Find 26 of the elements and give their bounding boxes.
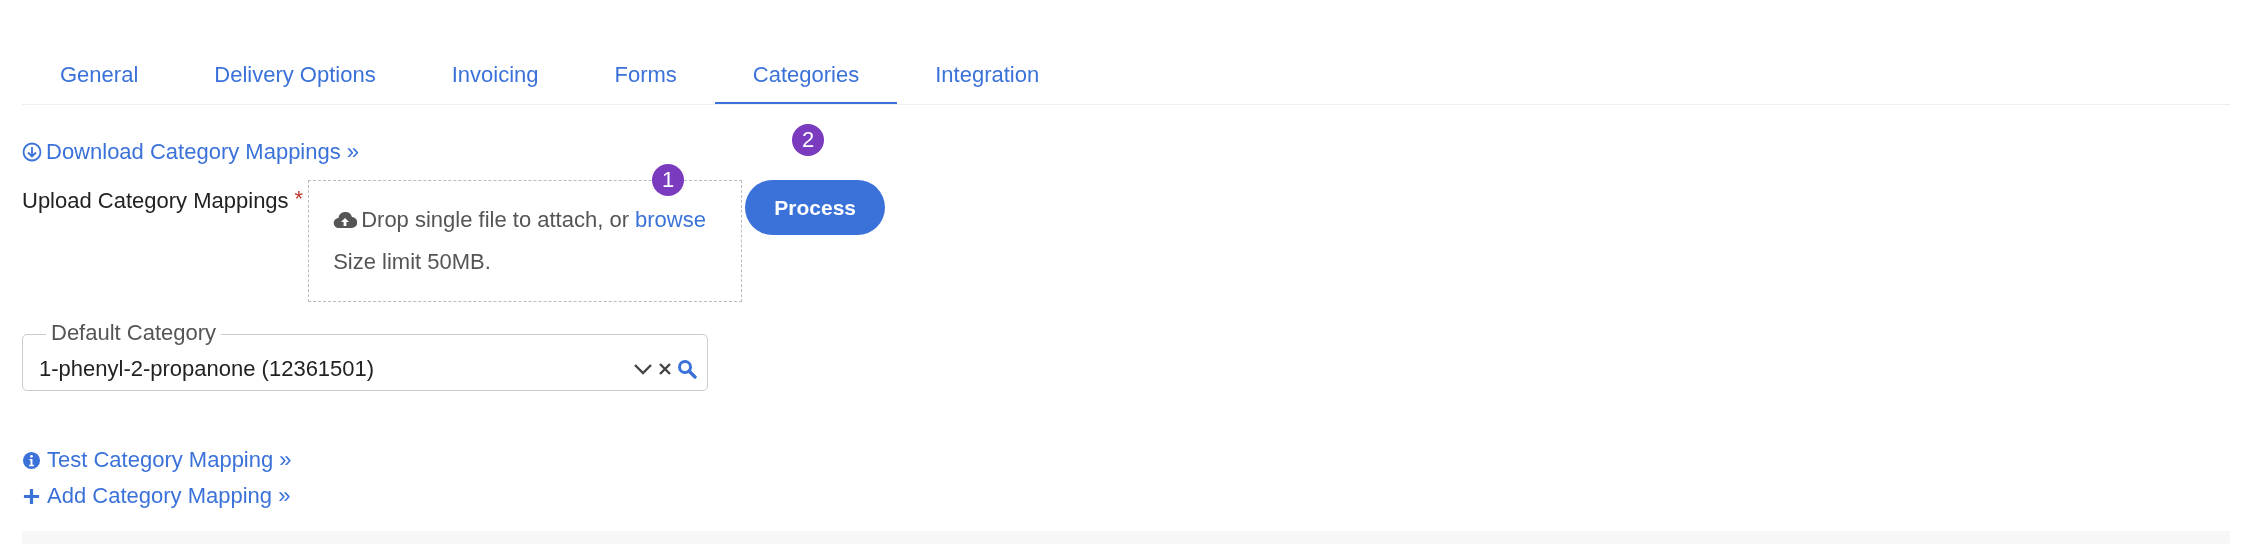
add-link[interactable]: Add Category Mapping »: [22, 483, 2230, 509]
drop-text: Drop single file to attach, or: [361, 207, 629, 233]
info-icon: [22, 450, 41, 470]
tab[interactable]: Delivery Options: [176, 50, 414, 104]
download-link[interactable]: Download Category Mappings »: [22, 139, 360, 165]
plus-icon: [22, 486, 41, 506]
test-link[interactable]: Test Category Mapping »: [22, 447, 2230, 473]
field-value: 1-phenyl-2-propanone (12361501): [39, 355, 376, 382]
field-label: Default Category: [46, 321, 222, 346]
tab[interactable]: Integration: [897, 50, 1078, 104]
browse-link[interactable]: browse: [635, 207, 706, 233]
process-button[interactable]: Process: [745, 180, 886, 235]
tab[interactable]: Forms: [576, 50, 715, 104]
cloud-upload-icon: [333, 211, 358, 229]
tab[interactable]: Invoicing: [413, 50, 577, 104]
upload-label: Upload Category Mappings: [22, 188, 289, 214]
step-badge: 1: [652, 164, 685, 196]
download-icon: [22, 142, 42, 162]
tab[interactable]: Categories: [714, 50, 898, 104]
chevron-down-icon[interactable]: [633, 362, 653, 375]
search-icon[interactable]: [677, 358, 697, 379]
size-limit: Size limit 50MB.: [333, 249, 492, 275]
clear-icon[interactable]: [659, 362, 671, 375]
required-mark: *: [294, 186, 304, 212]
tab[interactable]: General: [22, 50, 177, 104]
step-badge: 2: [792, 124, 825, 156]
